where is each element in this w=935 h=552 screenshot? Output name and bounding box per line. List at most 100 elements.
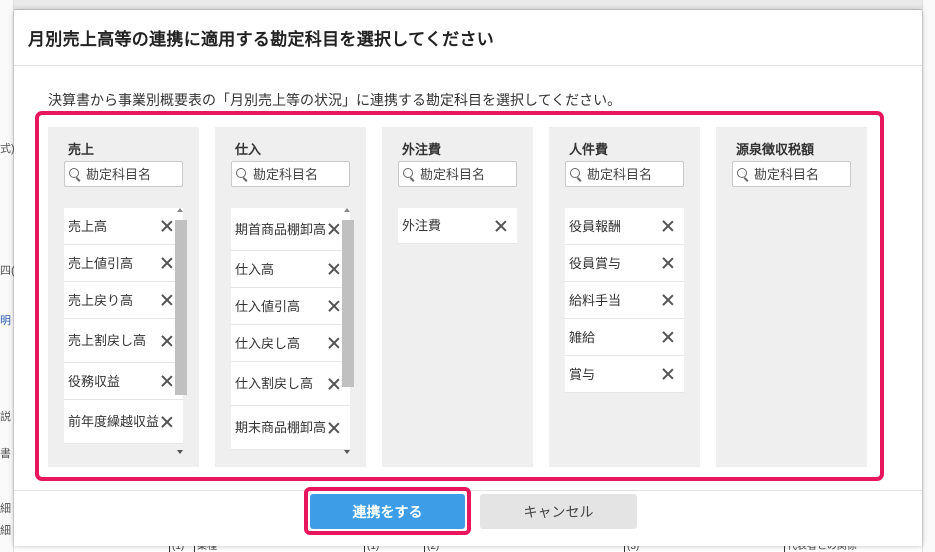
column-title: 仕入 — [235, 142, 262, 157]
background-toolbar — [0, 0, 935, 10]
account-item: 仕入高 — [231, 251, 350, 288]
remove-icon[interactable] — [662, 220, 674, 232]
scroll-thumb[interactable] — [175, 220, 187, 395]
account-item: 賞与 — [565, 356, 684, 393]
account-item-label: 雑給 — [569, 329, 596, 345]
column-search[interactable] — [565, 161, 684, 187]
account-selection-dialog: 月別売上高等の連携に適用する勘定科目を選択してください 決算書から事業別概要表の… — [14, 10, 922, 546]
link-button[interactable]: 連携をする — [310, 494, 465, 529]
account-search-input[interactable] — [86, 166, 182, 182]
dialog-instruction: 決算書から事業別概要表の「月別売上等の状況」に連携する勘定科目を選択してください… — [48, 92, 622, 108]
account-item: 期末商品棚卸高 — [231, 406, 350, 450]
search-icon — [736, 167, 750, 181]
account-item: 役務収益 — [64, 363, 183, 400]
account-item-label: 給料手当 — [569, 292, 622, 308]
account-item: 売上値引高 — [64, 245, 183, 282]
remove-icon[interactable] — [161, 220, 173, 232]
remove-icon[interactable] — [662, 368, 674, 380]
account-item: 仕入値引高 — [231, 288, 350, 325]
account-item: 給料手当 — [565, 282, 684, 319]
account-item-label: 仕入割戻し高 — [235, 376, 314, 391]
remove-icon[interactable] — [662, 331, 674, 343]
background-right-panel — [922, 0, 935, 552]
account-column-sales: 売上 売上高 売上値引高 売上戻り高 売上割戻し高 役務収益 前年度繰越収益 — [48, 127, 199, 467]
account-search-input[interactable] — [587, 166, 683, 182]
bg-fragment: 細 — [0, 525, 11, 537]
account-item-label: 仕入戻し高 — [235, 335, 301, 351]
account-item: 売上高 — [64, 208, 183, 245]
account-item-label: 売上値引高 — [68, 255, 134, 271]
column-title: 外注費 — [402, 142, 442, 157]
dialog-title: 月別売上高等の連携に適用する勘定科目を選択してください — [28, 30, 495, 49]
scroll-down-arrow-icon[interactable] — [344, 450, 350, 454]
column-title: 人件費 — [569, 142, 609, 157]
account-column-withholding-tax: 源泉徴収税額 — [716, 127, 867, 467]
account-item-label: 期末商品棚卸高 — [235, 420, 327, 435]
account-column-purchases: 仕入 期首商品棚卸高 仕入高 仕入値引高 仕入戻し高 仕入割戻し高 期末商品棚卸… — [215, 127, 366, 467]
account-search-input[interactable] — [253, 166, 349, 182]
remove-icon[interactable] — [161, 416, 173, 428]
dialog-header: 月別売上高等の連携に適用する勘定科目を選択してください — [14, 10, 922, 66]
remove-icon[interactable] — [161, 335, 173, 347]
account-item: 前年度繰越収益 — [64, 400, 183, 444]
cancel-button[interactable]: キャンセル — [480, 494, 637, 529]
background-left-panel: 式) 四( 明 説 書 細 細 — [0, 0, 14, 552]
account-item: 外注費 — [398, 208, 517, 244]
remove-icon[interactable] — [161, 257, 173, 269]
account-list: 役員報酬 役員賞与 給料手当 雑給 賞与 — [565, 208, 684, 393]
column-search[interactable] — [231, 161, 350, 187]
column-scrollbar[interactable] — [175, 208, 187, 454]
remove-icon[interactable] — [662, 257, 674, 269]
column-search[interactable] — [732, 161, 851, 187]
scroll-down-arrow-icon[interactable] — [177, 450, 183, 454]
search-icon — [68, 167, 82, 181]
account-item: 仕入戻し高 — [231, 325, 350, 362]
remove-icon[interactable] — [161, 294, 173, 306]
bg-fragment: 明 — [0, 315, 11, 327]
remove-icon[interactable] — [328, 378, 340, 390]
account-list: 外注費 — [398, 208, 517, 244]
account-item-label: 期首商品棚卸高 — [235, 221, 327, 237]
account-item-label: 役務収益 — [68, 373, 121, 389]
account-item-label: 役員報酬 — [569, 218, 622, 234]
account-list: 期首商品棚卸高 仕入高 仕入値引高 仕入戻し高 仕入割戻し高 期末商品棚卸高 — [231, 208, 350, 450]
bg-fragment: 説 — [0, 411, 11, 423]
search-icon — [569, 167, 583, 181]
account-item-label: 売上戻り高 — [68, 292, 134, 308]
bg-fragment: 書 — [0, 448, 11, 460]
column-search[interactable] — [64, 161, 183, 187]
column-search[interactable] — [398, 161, 517, 187]
account-item: 仕入割戻し高 — [231, 362, 350, 406]
account-item: 売上戻り高 — [64, 282, 183, 319]
account-item-label: 売上割戻し高 — [68, 333, 147, 348]
remove-icon[interactable] — [662, 294, 674, 306]
scroll-up-arrow-icon[interactable] — [344, 208, 350, 212]
account-item-label: 前年度繰越収益 — [68, 414, 160, 429]
account-search-input[interactable] — [420, 166, 516, 182]
remove-icon[interactable] — [328, 300, 340, 312]
scroll-up-arrow-icon[interactable] — [177, 208, 183, 212]
bg-fragment: 式) — [0, 143, 14, 155]
column-title: 売上 — [68, 142, 95, 157]
account-item-label: 外注費 — [402, 218, 442, 233]
account-list: 売上高 売上値引高 売上戻り高 売上割戻し高 役務収益 前年度繰越収益 — [64, 208, 183, 444]
search-icon — [235, 167, 249, 181]
search-icon — [402, 167, 416, 181]
account-item-label: 仕入高 — [235, 261, 275, 277]
account-item: 期首商品棚卸高 — [231, 208, 350, 251]
account-search-input[interactable] — [754, 166, 850, 182]
account-item-label: 役員賞与 — [569, 255, 622, 271]
remove-icon[interactable] — [495, 220, 507, 232]
scroll-thumb[interactable] — [342, 220, 354, 387]
remove-icon[interactable] — [328, 263, 340, 275]
remove-icon[interactable] — [161, 375, 173, 387]
remove-icon[interactable] — [328, 337, 340, 349]
column-scrollbar[interactable] — [342, 208, 354, 454]
remove-icon[interactable] — [328, 422, 340, 434]
account-column-personnel: 人件費 役員報酬 役員賞与 給料手当 雑給 賞与 — [549, 127, 700, 467]
account-column-outsourcing: 外注費 外注費 — [382, 127, 533, 467]
account-item: 役員賞与 — [565, 245, 684, 282]
remove-icon[interactable] — [328, 223, 340, 235]
account-item-label: 仕入値引高 — [235, 298, 301, 314]
bg-fragment: 細 — [0, 503, 11, 515]
